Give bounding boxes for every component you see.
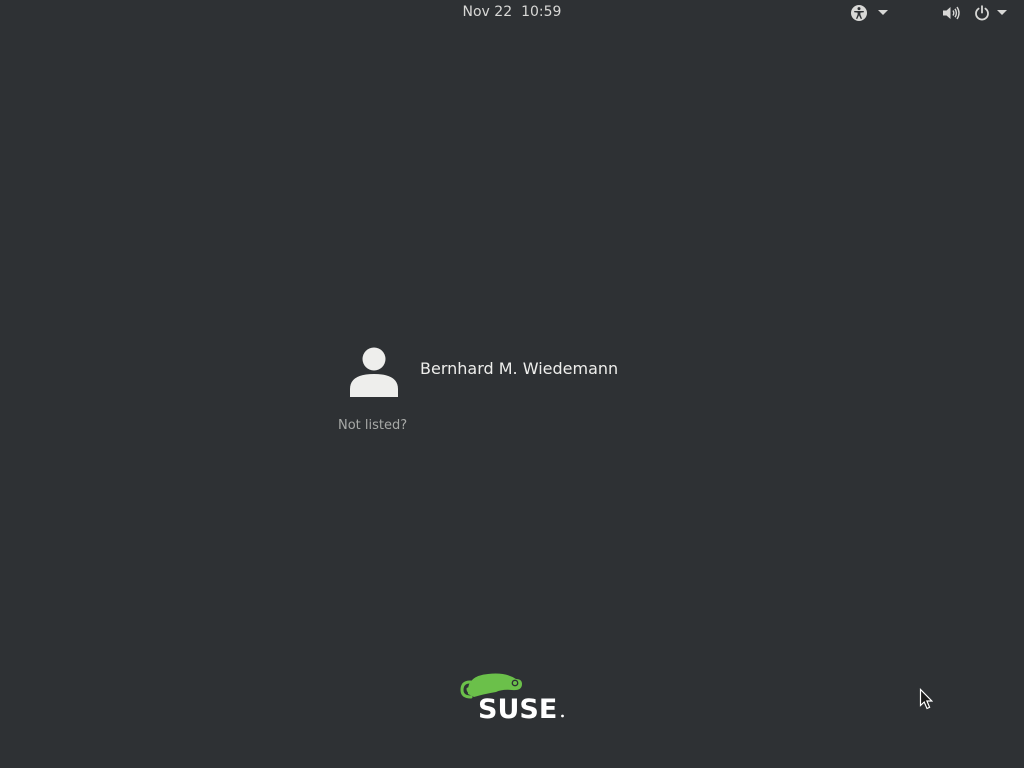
mouse-cursor	[919, 688, 934, 714]
user-name-label: Bernhard M. Wiedemann	[420, 359, 619, 378]
chevron-down-icon	[997, 10, 1007, 16]
time-label: 10:59	[521, 4, 562, 20]
top-bar: Nov 22 10:59	[0, 0, 1024, 26]
user-avatar-icon	[344, 342, 402, 400]
system-menu-button[interactable]	[942, 3, 1007, 23]
logo-text: SUSE	[478, 694, 557, 724]
power-icon	[974, 5, 990, 21]
accessibility-menu-button[interactable]	[850, 3, 888, 23]
accessibility-icon	[850, 4, 868, 22]
clock-button[interactable]: Nov 22 10:59	[463, 4, 562, 20]
not-listed-button[interactable]: Not listed?	[338, 418, 618, 433]
user-list-item[interactable]: Bernhard M. Wiedemann	[338, 342, 618, 400]
login-panel: Bernhard M. Wiedemann Not listed?	[338, 342, 618, 433]
date-label: Nov 22	[462, 4, 513, 20]
volume-icon	[942, 5, 960, 21]
suse-logo: SUSE	[458, 670, 566, 725]
chevron-down-icon	[878, 10, 888, 16]
